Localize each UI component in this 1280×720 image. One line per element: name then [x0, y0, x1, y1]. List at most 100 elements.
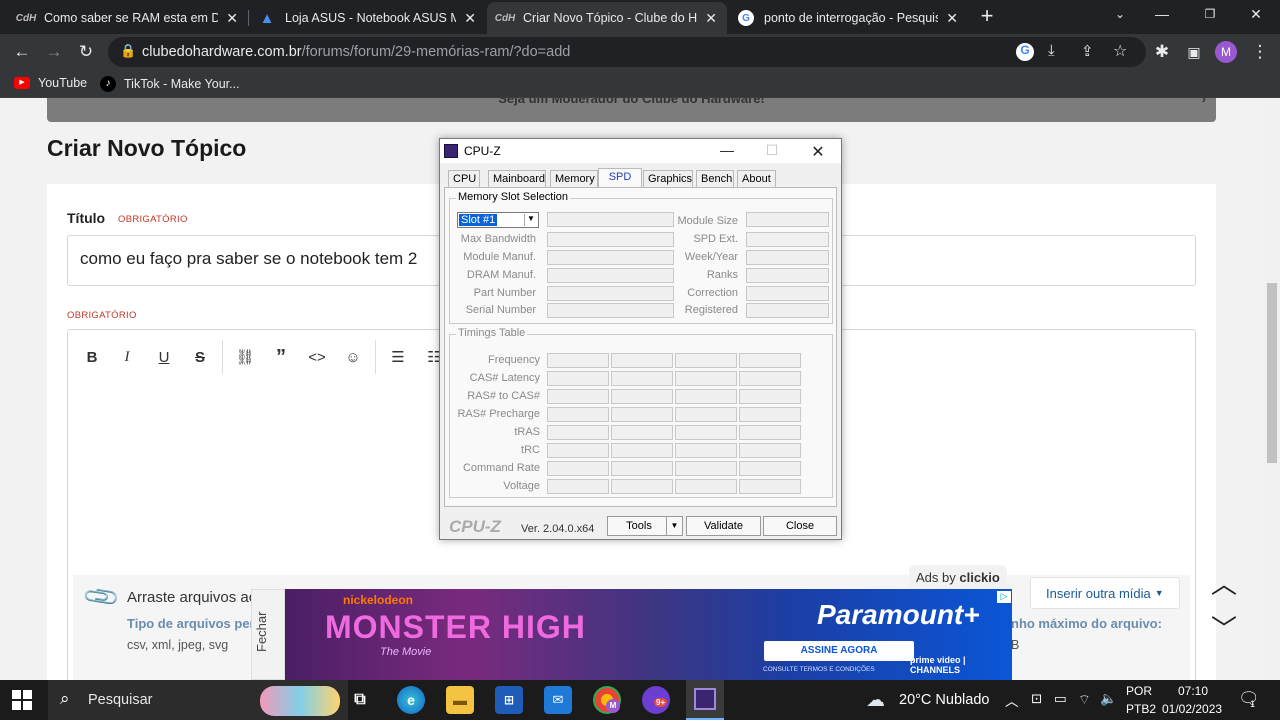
tab-search-chevron-icon[interactable]: ⌄ [1108, 2, 1132, 26]
ads-by-clickio[interactable]: Ads by clickio [909, 565, 1007, 589]
cpuz-tab-cpu[interactable]: CPU [448, 170, 480, 188]
cpuz-maximize-icon[interactable]: ☐ [757, 142, 787, 160]
discord-icon[interactable]: 9+ [642, 686, 670, 714]
side-panel-icon[interactable]: ▣ [1182, 40, 1206, 64]
underline-icon[interactable]: U [153, 346, 175, 368]
page-scrollbar[interactable] [1264, 98, 1280, 680]
new-tab-icon[interactable]: + [975, 3, 999, 28]
cloud-weather-icon[interactable]: ☁ [866, 689, 885, 712]
cpuz-tab-mainboard[interactable]: Mainboard [488, 170, 546, 188]
language-indicator[interactable]: POR [1126, 684, 1152, 698]
volume-icon[interactable]: 🔈 [1100, 691, 1117, 707]
lock-icon[interactable]: 🔒 [120, 43, 136, 59]
menu-dots-icon[interactable]: ⋮ [1248, 40, 1272, 64]
browser-toolbar: ← → ↻ 🔒 clubedohardware.com.br/forums/fo… [0, 34, 1280, 70]
edge-icon[interactable]: e [397, 686, 425, 714]
strikethrough-icon[interactable]: S [189, 346, 211, 368]
install-app-icon[interactable]: ⤓ [1048, 42, 1055, 59]
cpuz-taskbar-icon[interactable] [686, 680, 724, 720]
close-tab-icon[interactable]: ✕ [705, 10, 717, 27]
restore-icon[interactable]: ❐ [1198, 2, 1222, 26]
profile-avatar[interactable]: M [1215, 41, 1237, 63]
quote-icon[interactable]: ” [270, 346, 292, 368]
insert-media-button[interactable]: Inserir outra mídia ▼ [1030, 577, 1180, 609]
moderator-banner[interactable]: Seja um Moderador do Clube do Hardware! … [47, 98, 1216, 122]
tab-google-search[interactable]: G ponto de interrogação - Pesquisa ✕ [728, 2, 968, 34]
notification-center-icon[interactable]: 🗨 [1238, 689, 1260, 709]
close-icon[interactable]: › [1202, 98, 1206, 106]
task-view-icon[interactable]: ⧉ [346, 686, 374, 714]
advertisement-banner[interactable]: nickelodeon MONSTER HIGH The Movie Param… [285, 589, 1012, 680]
cpuz-tab-memory[interactable]: Memory [550, 170, 598, 188]
file-explorer-icon[interactable]: ▬ [446, 686, 474, 714]
timing-label: RAS# to CAS# [467, 390, 540, 402]
tools-dropdown-icon[interactable]: ▼ [666, 516, 683, 536]
forward-icon[interactable]: → [42, 40, 66, 64]
cpuz-tab-spd[interactable]: SPD [598, 168, 642, 189]
ad-info-icon[interactable]: ▷ [997, 591, 1011, 603]
ad-nick: nickelodeon [343, 593, 414, 607]
address-bar[interactable]: 🔒 clubedohardware.com.br/forums/forum/29… [108, 37, 1146, 67]
clock-time[interactable]: 07:10 [1178, 684, 1208, 698]
cpuz-titlebar[interactable]: CPU-Z — ☐ ✕ [440, 139, 841, 163]
close-tab-icon[interactable]: ✕ [464, 10, 476, 27]
chrome-icon[interactable]: M [593, 686, 621, 714]
timing-cell [675, 479, 737, 494]
italic-icon[interactable]: I [116, 346, 138, 368]
bookmark-youtube[interactable]: ▶ YouTube [14, 76, 87, 90]
cpuz-tab-graphics[interactable]: Graphics [643, 170, 693, 188]
minimize-icon[interactable]: — [1150, 2, 1174, 26]
ad-cta-button[interactable]: ASSINE AGORA [764, 641, 914, 661]
reload-icon[interactable]: ↻ [74, 40, 98, 64]
microsoft-store-icon[interactable]: ⊞ [495, 686, 523, 714]
bookmark-star-icon[interactable]: ☆ [1113, 41, 1127, 61]
close-button[interactable]: Close [763, 516, 837, 536]
cpuz-tab-bench[interactable]: Bench [696, 170, 734, 188]
wifi-icon[interactable]: ⌔ [1078, 691, 1091, 708]
clock-date[interactable]: 01/02/2023 [1162, 702, 1222, 716]
tools-button[interactable]: Tools [607, 516, 671, 536]
spd-ext-field [746, 232, 829, 247]
bookmark-tiktok[interactable]: ♪ TikTok - Make Your... [100, 76, 240, 92]
share-icon[interactable]: ⇪ [1081, 42, 1094, 60]
tab-ram-dual[interactable]: CdH Como saber se RAM esta em Dua ✕ [8, 2, 248, 34]
tab-loja-asus[interactable]: ▲ Loja ASUS - Notebook ASUS M5 ✕ [249, 2, 486, 34]
bullet-list-icon[interactable]: ☰ [387, 346, 409, 368]
google-lens-icon[interactable]: G [1016, 43, 1034, 61]
windows-start-icon[interactable] [12, 690, 32, 710]
close-tab-icon[interactable]: ✕ [946, 10, 958, 27]
close-tab-icon[interactable]: ✕ [226, 10, 238, 27]
tray-chevron-icon[interactable]: ︿ [1005, 690, 1019, 710]
scroll-up-icon[interactable]: ︿ [1211, 564, 1237, 601]
slot-dropdown[interactable]: Slot #1 ▼ [457, 212, 539, 228]
scrollbar-thumb[interactable] [1267, 283, 1277, 463]
bold-icon[interactable]: B [81, 346, 103, 368]
field-label: DRAM Manuf. [466, 269, 536, 281]
url-text[interactable]: clubedohardware.com.br/forums/forum/29-m… [142, 44, 570, 60]
cpuz-version: Ver. 2.04.0.x64 [521, 523, 595, 535]
code-icon[interactable]: <> [306, 346, 328, 368]
cpuz-tab-about[interactable]: About [737, 170, 776, 188]
tab-criar-topico[interactable]: CdH Criar Novo Tópico - Clube do Ha ✕ [487, 2, 727, 34]
cpuz-close-icon[interactable]: ✕ [803, 142, 833, 161]
validate-button[interactable]: Validate [686, 516, 761, 536]
tab-title: ponto de interrogação - Pesquisa [764, 11, 939, 25]
tray-app-icon[interactable]: ⊡ [1031, 691, 1042, 707]
weather-text[interactable]: 20°C Nublado [899, 692, 989, 708]
mail-icon[interactable]: ✉ [544, 686, 572, 714]
ad-close-button[interactable]: Fechar [251, 589, 285, 680]
required-badge: OBRIGATÓRIO [67, 310, 137, 321]
cpuz-minimize-icon[interactable]: — [712, 142, 742, 160]
chevron-down-icon[interactable]: ▼ [524, 214, 537, 226]
scroll-down-icon[interactable]: ﹀ [1211, 609, 1237, 646]
taskbar-search-box[interactable]: ⌕ Pesquisar [48, 680, 348, 720]
link-icon[interactable]: ⛓ [234, 346, 256, 368]
field-label: Serial Number [465, 304, 536, 316]
emoji-icon[interactable]: ☺ [342, 346, 364, 368]
keyboard-layout-indicator[interactable]: PTB2 [1126, 702, 1156, 716]
window-close-icon[interactable]: ✕ [1244, 2, 1268, 26]
battery-icon[interactable]: ▭ [1054, 691, 1067, 707]
attach-title: Arraste arquivos ac [127, 589, 257, 606]
extensions-icon[interactable]: ✱ [1150, 40, 1174, 64]
back-icon[interactable]: ← [10, 40, 34, 64]
